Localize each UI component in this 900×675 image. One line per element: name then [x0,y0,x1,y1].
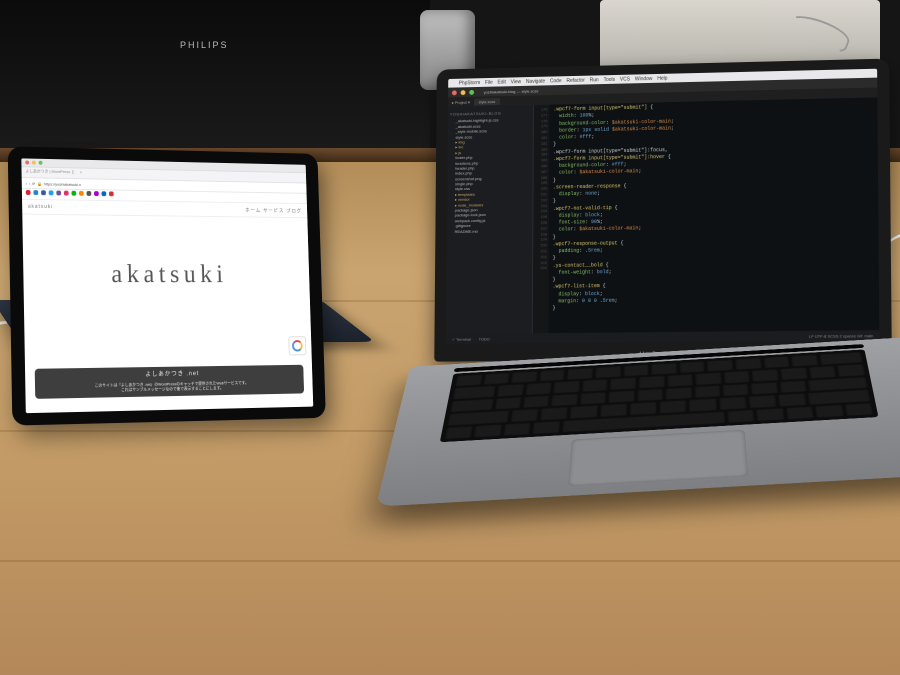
bookmark-icon[interactable] [26,190,31,195]
editor-code-area[interactable]: .wpcf7-form input[type="submit"] { width… [548,97,879,333]
menu-item[interactable]: Code [550,78,562,84]
bookmark-icon[interactable] [94,191,99,196]
ide-title: yoshiakatsuki-blog — style.scss [484,88,539,94]
bookmark-icon[interactable] [79,191,84,196]
editor-gutter: 1761771781791801811821831841851861871881… [533,105,550,334]
menu-item[interactable]: View [511,79,521,85]
url-text: https://yoshiakatsuki.n [44,181,81,187]
photo-scene: PHILIPS よしあかつき | WordPress と × ‹ [0,0,900,675]
ipad-screen: よしあかつき | WordPress と × ‹ › ⟳ 🔒 https://y… [21,158,313,413]
close-dot-icon[interactable] [452,90,457,95]
wood-grain [0,560,900,562]
site-brand[interactable]: akatsuki [28,204,53,210]
minimize-dot-icon[interactable] [32,161,36,165]
bookmark-icon[interactable] [109,191,114,196]
status-right: LF UTF-8 SCSS 2 spaces Git: main [809,333,873,339]
zoom-dot-icon[interactable] [469,89,474,94]
tree-item[interactable]: README.md [449,228,531,234]
reload-icon[interactable]: ⟳ [32,181,35,186]
tab-title: よしあかつき | WordPress と [25,168,75,174]
menu-item[interactable]: Edit [498,79,506,85]
ipad-device: よしあかつき | WordPress と × ‹ › ⟳ 🔒 https://y… [8,146,326,425]
bookmark-icon[interactable] [49,190,54,195]
bookmark-icon[interactable] [64,191,69,196]
recaptcha-badge-icon[interactable] [288,336,306,355]
project-dropdown[interactable]: ▸ Project ▾ [452,99,470,104]
menu-item[interactable]: VCS [620,76,630,82]
menu-item[interactable]: Refactor [566,77,584,83]
site-nav[interactable]: ホーム サービス ブログ [245,206,302,213]
minimize-dot-icon[interactable] [461,90,466,95]
monitor-brand-label: PHILIPS [180,40,229,50]
site-hero: akatsuki [22,215,311,334]
menu-item[interactable]: Help [657,75,667,81]
menu-item[interactable]: Window [635,76,652,82]
menu-item[interactable]: File [485,79,493,85]
ide-body: yoshiakatsuki-blog _akatsuki-highlight-j… [446,97,879,334]
project-tree[interactable]: yoshiakatsuki-blog _akatsuki-highlight-j… [446,105,534,334]
macbook-keyboard-deck [376,337,900,507]
menu-item[interactable]: PhpStorm [459,80,480,86]
status-todo[interactable]: TODO [479,336,490,341]
bookmark-icon[interactable] [71,191,76,196]
lock-icon: 🔒 [37,181,42,186]
menu-item[interactable]: Navigate [526,78,545,84]
trackpad[interactable] [568,430,748,487]
macbook-screen: PhpStorm File Edit View Navigate Code Refactor… [446,69,879,344]
zoom-dot-icon[interactable] [39,161,43,165]
external-monitor: PHILIPS [0,0,430,154]
menu-item[interactable]: Run [590,77,599,83]
ipad-bezel: よしあかつき | WordPress と × ‹ › ⟳ 🔒 https://y… [8,146,326,425]
bookmark-icon[interactable] [101,191,106,196]
status-terminal[interactable]: ✓ Terminal [452,336,471,341]
bookmark-icon[interactable] [41,190,46,195]
bookmark-icon[interactable] [56,190,61,195]
project-tree-header: yoshiakatsuki-blog [450,110,531,117]
macbook-bezel: PhpStorm File Edit View Navigate Code Refactor… [434,59,892,362]
hero-logo-text: akatsuki [111,260,228,289]
editor-tab[interactable]: style.scss [474,98,500,105]
bookmark-icon[interactable] [87,191,92,196]
forward-icon[interactable]: › [29,181,30,186]
site-footer-banner: よしあかつき .net このサイトは「よしあかつき .net」のWordPres… [35,365,304,399]
macbook-display: PhpStorm File Edit View Navigate Code Refactor… [434,59,892,362]
back-icon[interactable]: ‹ [26,181,27,186]
bookmark-icon[interactable] [33,190,38,195]
close-dot-icon[interactable] [25,160,29,164]
menu-item[interactable]: Tools [604,76,615,82]
keyboard[interactable] [440,349,879,442]
